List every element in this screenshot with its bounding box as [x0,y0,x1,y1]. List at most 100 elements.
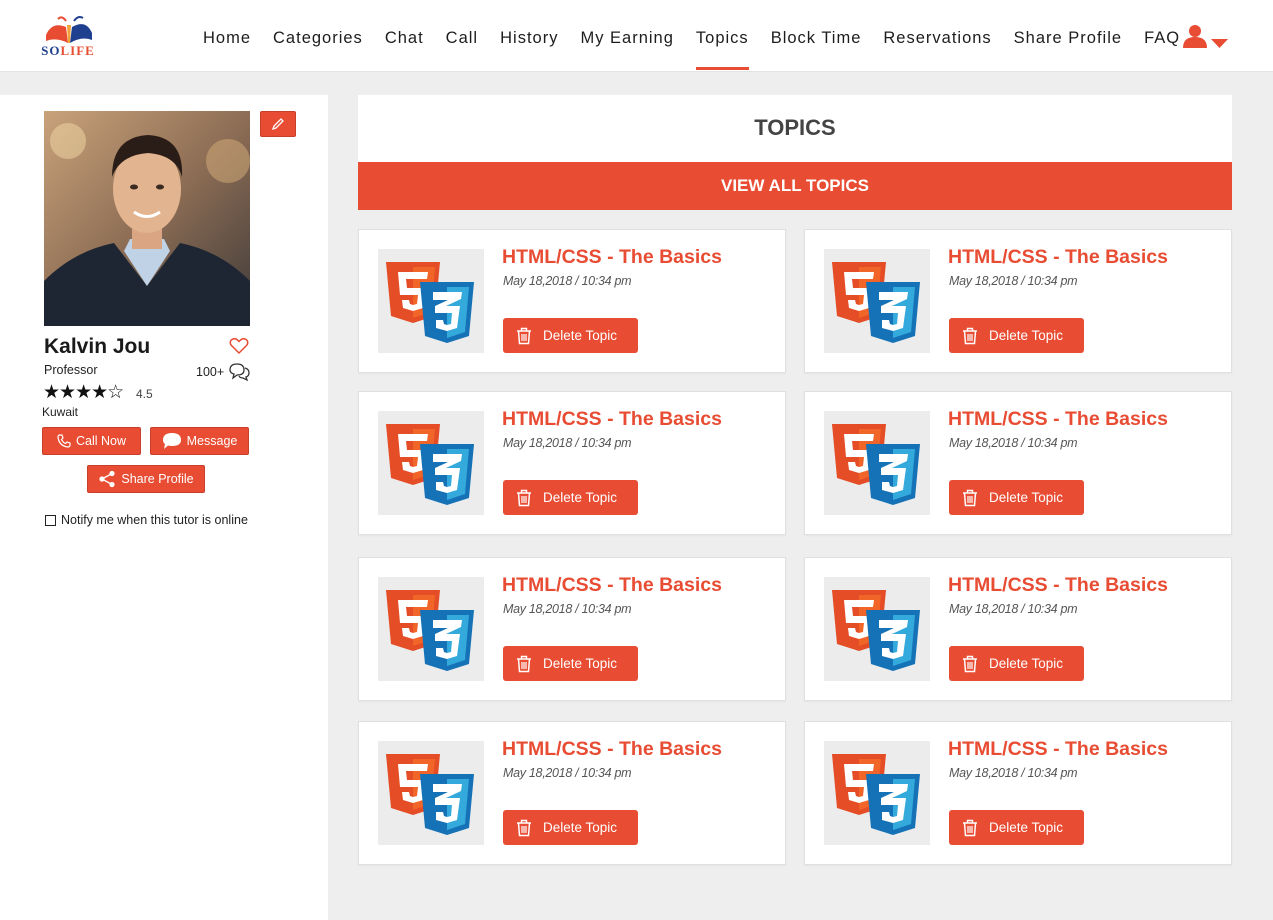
chat-bubbles-icon [228,362,251,387]
tutor-name: Kalvin Jou [44,335,151,358]
html5-css3-logo-icon [824,741,930,845]
pencil-icon [271,118,284,131]
html5-css3-logo-icon [378,741,484,845]
nav-my-earning[interactable]: My Earning [569,0,684,72]
phone-icon [57,434,71,448]
tutor-profile-sidebar: Kalvin Jou Professor 100+ ★★★★☆ 4.5 Kuwa… [0,95,328,920]
review-count: 100+ [196,365,225,379]
delete-topic-button[interactable]: Delete Topic [503,646,638,681]
nav-call[interactable]: Call [435,0,489,72]
topic-card: HTML/CSS - The Basics May 18,2018 / 10:3… [804,391,1232,535]
delete-topic-button[interactable]: Delete Topic [503,318,638,353]
topic-date: May 18,2018 / 10:34 pm [503,274,632,288]
notify-online-option[interactable]: Notify me when this tutor is online [45,513,248,527]
html5-css3-logo-icon [824,249,930,353]
page-title: TOPICS [754,115,836,140]
topic-card: HTML/CSS - The Basics May 18,2018 / 10:3… [804,721,1232,865]
share-profile-button[interactable]: Share Profile [87,465,205,493]
delete-topic-label: Delete Topic [989,328,1064,343]
edit-profile-button[interactable] [260,111,296,137]
share-profile-label: Share Profile [121,472,194,486]
logo-text-so: SO [41,43,61,58]
solife-logo[interactable]: SOLIFE [38,13,100,59]
delete-topic-button[interactable]: Delete Topic [949,480,1084,515]
topic-title[interactable]: HTML/CSS - The Basics [948,408,1168,431]
rating-stars: ★★★★☆ [43,382,124,403]
delete-topic-button[interactable]: Delete Topic [503,480,638,515]
caret-down-icon [1211,39,1228,48]
nav-chat[interactable]: Chat [374,0,435,72]
topic-date: May 18,2018 / 10:34 pm [503,436,632,450]
delete-topic-button[interactable]: Delete Topic [949,318,1084,353]
user-icon [1183,25,1207,48]
trash-icon [963,819,977,836]
delete-topic-label: Delete Topic [543,328,618,343]
rating-value: 4.5 [136,387,153,401]
topics-header-panel: TOPICS [358,95,1232,162]
topic-card: HTML/CSS - The Basics May 18,2018 / 10:3… [804,557,1232,701]
favorite-heart-icon[interactable] [229,337,249,360]
topic-date: May 18,2018 / 10:34 pm [949,436,1078,450]
topic-date: May 18,2018 / 10:34 pm [949,602,1078,616]
topic-card: HTML/CSS - The Basics May 18,2018 / 10:3… [804,229,1232,373]
trash-icon [963,655,977,672]
nav-share-profile[interactable]: Share Profile [1003,0,1133,72]
nav-block-time[interactable]: Block Time [760,0,873,72]
delete-topic-button[interactable]: Delete Topic [503,810,638,845]
delete-topic-label: Delete Topic [989,656,1064,671]
main-nav: Home Categories Chat Call History My Ear… [192,0,1191,72]
nav-categories[interactable]: Categories [262,0,374,72]
delete-topic-button[interactable]: Delete Topic [949,646,1084,681]
html5-css3-logo-icon [378,577,484,681]
delete-topic-label: Delete Topic [989,820,1064,835]
topic-card: HTML/CSS - The Basics May 18,2018 / 10:3… [358,229,786,373]
message-label: Message [186,434,238,448]
topic-date: May 18,2018 / 10:34 pm [503,766,632,780]
tutor-photo [44,111,250,326]
view-all-topics-button[interactable]: VIEW ALL TOPICS [358,162,1232,210]
trash-icon [517,655,531,672]
delete-topic-button[interactable]: Delete Topic [949,810,1084,845]
top-header: SOLIFE Home Categories Chat Call History… [0,0,1273,72]
topic-title[interactable]: HTML/CSS - The Basics [948,246,1168,269]
delete-topic-label: Delete Topic [989,490,1064,505]
delete-topic-label: Delete Topic [543,490,618,505]
nav-history[interactable]: History [489,0,569,72]
html5-css3-logo-icon [824,411,930,515]
tutor-title: Professor [44,363,98,377]
topic-date: May 18,2018 / 10:34 pm [949,766,1078,780]
notify-checkbox[interactable] [45,514,56,526]
nav-topics[interactable]: Topics [685,0,760,72]
html5-css3-logo-icon [378,249,484,353]
tutor-location: Kuwait [42,405,79,419]
trash-icon [517,819,531,836]
delete-topic-label: Delete Topic [543,820,618,835]
user-menu[interactable] [1182,24,1230,52]
call-now-label: Call Now [75,434,126,448]
trash-icon [517,327,531,344]
topic-card: HTML/CSS - The Basics May 18,2018 / 10:3… [358,391,786,535]
logo-text-life: LIFE [60,43,95,58]
topic-title[interactable]: HTML/CSS - The Basics [502,574,722,597]
topic-date: May 18,2018 / 10:34 pm [503,602,632,616]
nav-home[interactable]: Home [192,0,262,72]
notify-label: Notify me when this tutor is online [61,513,248,527]
delete-topic-label: Delete Topic [543,656,618,671]
topic-title[interactable]: HTML/CSS - The Basics [502,408,722,431]
nav-reservations[interactable]: Reservations [872,0,1002,72]
html5-css3-logo-icon [378,411,484,515]
trash-icon [517,489,531,506]
message-button[interactable]: Message [150,427,249,455]
topic-card: HTML/CSS - The Basics May 18,2018 / 10:3… [358,557,786,701]
trash-icon [963,327,977,344]
topic-title[interactable]: HTML/CSS - The Basics [948,738,1168,761]
speech-bubble-icon [162,433,181,449]
trash-icon [963,489,977,506]
html5-css3-logo-icon [824,577,930,681]
book-logo-icon [46,16,92,43]
topic-title[interactable]: HTML/CSS - The Basics [502,738,722,761]
call-now-button[interactable]: Call Now [42,427,141,455]
topic-title[interactable]: HTML/CSS - The Basics [948,574,1168,597]
topic-title[interactable]: HTML/CSS - The Basics [502,246,722,269]
topic-date: May 18,2018 / 10:34 pm [949,274,1078,288]
